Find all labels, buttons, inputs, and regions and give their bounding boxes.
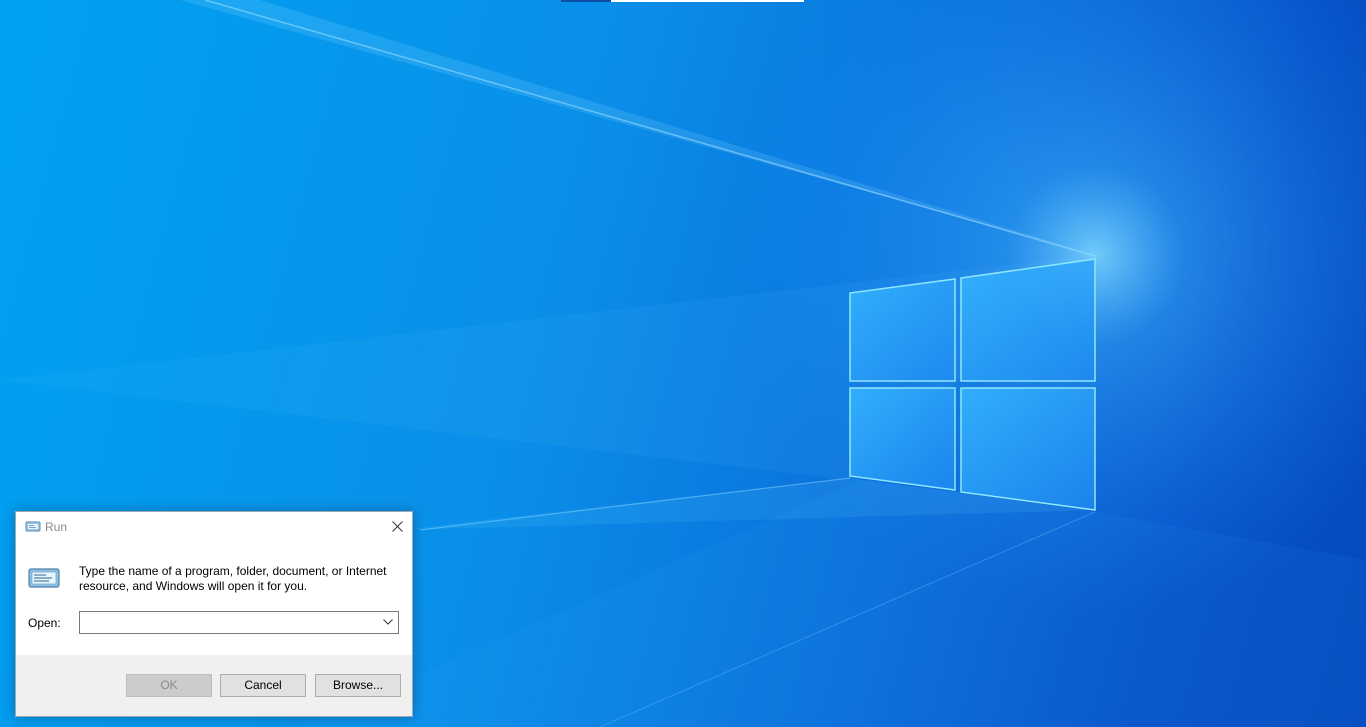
- close-icon: [392, 521, 403, 532]
- browse-button[interactable]: Browse...: [315, 674, 401, 697]
- title-bar[interactable]: Run: [16, 512, 412, 542]
- run-icon: [28, 567, 60, 589]
- run-dialog: Run Type the name of a program, folder, …: [15, 511, 413, 717]
- button-area: OK Cancel Browse...: [16, 655, 412, 716]
- run-icon: [25, 520, 41, 534]
- ok-button[interactable]: OK: [126, 674, 212, 697]
- cancel-button[interactable]: Cancel: [220, 674, 306, 697]
- instructions-text: Type the name of a program, folder, docu…: [79, 564, 387, 593]
- desktop: Run Type the name of a program, folder, …: [0, 0, 1366, 727]
- open-input[interactable]: [82, 613, 376, 632]
- top-edge-accent: [561, 0, 611, 2]
- chevron-down-icon: [383, 619, 393, 625]
- open-label: Open:: [28, 616, 61, 630]
- close-button[interactable]: [382, 512, 412, 542]
- open-combobox[interactable]: [79, 611, 399, 634]
- top-edge-highlight: [611, 0, 804, 2]
- open-dropdown-button[interactable]: [378, 612, 398, 633]
- dialog-title: Run: [45, 520, 68, 534]
